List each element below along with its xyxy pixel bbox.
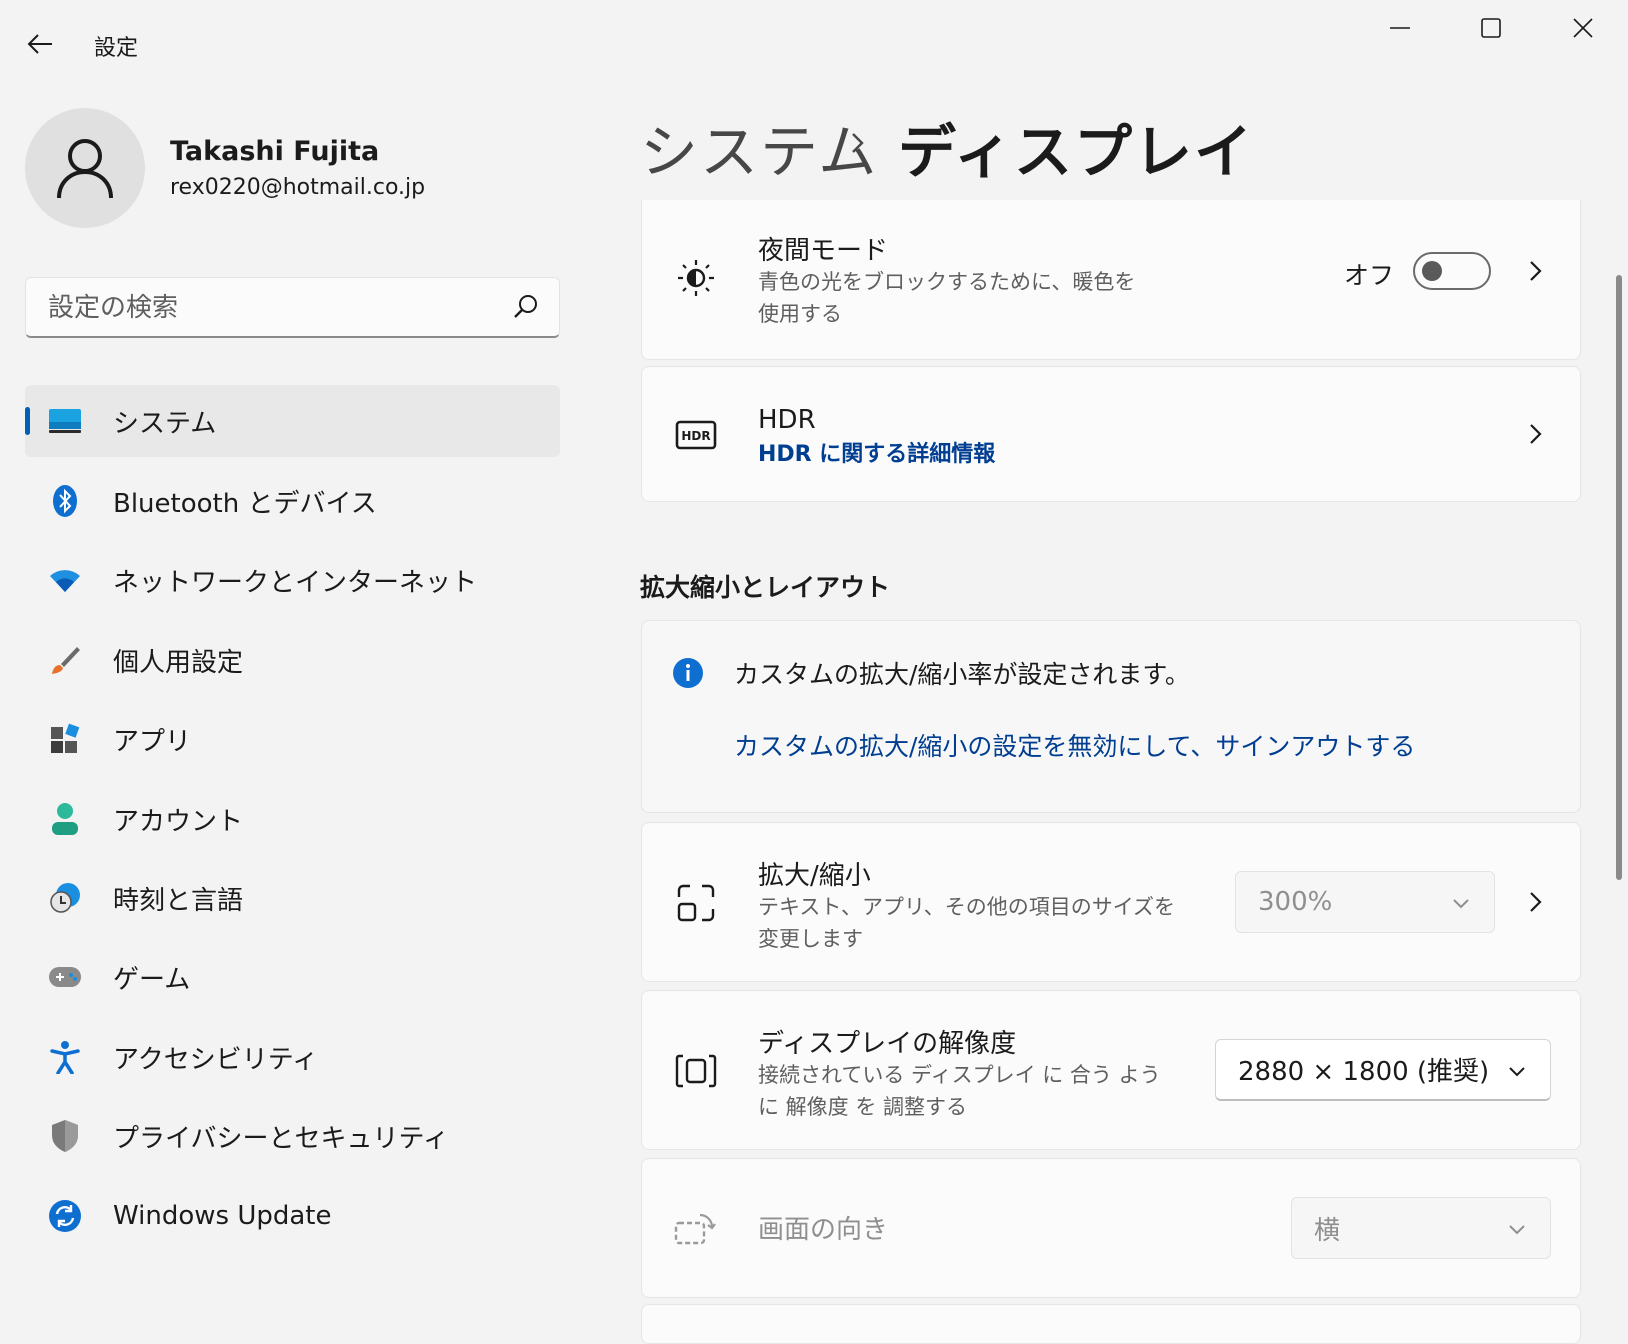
sidebar-item-label: システム	[113, 408, 217, 439]
resolution-title: ディスプレイの解像度	[758, 1029, 1017, 1059]
account-icon	[47, 801, 83, 837]
sidebar-item-network[interactable]: ネットワークとインターネット	[25, 544, 560, 616]
scale-card[interactable]: 拡大/縮小 テキスト、アプリ、その他の項目のサイズを変更します 300%	[641, 822, 1581, 982]
resolution-desc: 接続されている ディスプレイ に 合う ように 解像度 を 調整する	[758, 1063, 1161, 1119]
chevron-right-icon[interactable]	[1526, 887, 1546, 917]
search-input[interactable]	[26, 278, 510, 338]
resolution-dropdown[interactable]: 2880 × 1800 (推奨)	[1215, 1039, 1551, 1101]
hdr-info-link[interactable]: HDR に関する詳細情報	[758, 439, 1258, 471]
hdr-icon: HDR	[674, 413, 718, 457]
resolution-icon	[674, 1049, 718, 1093]
apps-icon	[47, 721, 83, 757]
sidebar-item-accessibility[interactable]: アクセシビリティ	[25, 1021, 560, 1093]
scale-value: 300%	[1258, 887, 1333, 917]
windows-update-icon	[47, 1198, 83, 1234]
sidebar-item-bluetooth[interactable]: Bluetooth とデバイス	[25, 465, 560, 537]
minimize-button[interactable]	[1372, 8, 1428, 48]
app-title: 設定	[94, 36, 139, 61]
back-button[interactable]	[22, 26, 58, 62]
breadcrumb-chevron-icon	[852, 133, 864, 153]
sidebar-item-label: アカウント	[113, 806, 244, 837]
minimize-icon	[1390, 27, 1410, 29]
page-title: ディスプレイ	[898, 118, 1254, 186]
orientation-card: 画面の向き 横	[641, 1158, 1581, 1298]
search-box	[25, 277, 560, 338]
night-light-icon	[674, 256, 718, 300]
sidebar-item-label: ゲーム	[113, 964, 191, 995]
rotate-screen-icon	[674, 1207, 718, 1251]
sidebar-item-time-language[interactable]: 時刻と言語	[25, 862, 560, 934]
sidebar-item-label: 個人用設定	[113, 647, 244, 678]
sidebar-item-privacy[interactable]: プライバシーとセキュリティ	[25, 1100, 560, 1172]
maximize-icon	[1481, 18, 1501, 38]
sidebar-item-apps[interactable]: アプリ	[25, 703, 560, 775]
orientation-value: 横	[1314, 1215, 1341, 1246]
scale-desc: テキスト、アプリ、その他の項目のサイズを変更します	[758, 895, 1176, 951]
chevron-down-icon	[1509, 1225, 1525, 1235]
night-mode-state: オフ	[1344, 261, 1395, 290]
accessibility-icon	[47, 1039, 83, 1075]
sidebar-item-gaming[interactable]: ゲーム	[25, 941, 560, 1013]
search-icon[interactable]	[511, 292, 541, 322]
sidebar-item-accounts[interactable]: アカウント	[25, 783, 560, 855]
sidebar-item-label: 時刻と言語	[113, 885, 244, 916]
back-arrow-icon	[27, 34, 52, 54]
chevron-down-icon	[1453, 899, 1469, 909]
info-card: カスタムの拡大/縮小率が設定されます。 カスタムの拡大/縮小の設定を無効にして、…	[641, 620, 1581, 813]
info-icon	[672, 657, 704, 689]
user-name: Takashi Fujita	[170, 136, 380, 167]
avatar[interactable]	[25, 108, 145, 228]
scale-title: 拡大/縮小	[758, 861, 871, 891]
sidebar-item-label: ネットワークとインターネット	[113, 567, 478, 598]
bluetooth-icon	[47, 483, 83, 519]
info-message: カスタムの拡大/縮小率が設定されます。	[734, 660, 1190, 689]
section-title: 拡大縮小とレイアウト	[640, 573, 891, 602]
sidebar-item-windows-update[interactable]: Windows Update	[25, 1180, 560, 1252]
orientation-dropdown[interactable]: 横	[1291, 1197, 1551, 1259]
close-button[interactable]	[1555, 8, 1611, 48]
wifi-icon	[47, 562, 83, 598]
sidebar-item-system[interactable]: システム	[25, 385, 560, 457]
close-icon	[1573, 18, 1593, 38]
sidebar-item-label: アプリ	[113, 726, 192, 757]
chevron-down-icon	[1509, 1067, 1525, 1077]
scale-icon	[674, 881, 718, 925]
hdr-title: HDR	[758, 405, 816, 435]
resolution-value: 2880 × 1800 (推奨)	[1238, 1057, 1490, 1087]
time-language-icon	[47, 880, 83, 916]
scrollbar[interactable]	[1616, 275, 1622, 880]
svg-text:HDR: HDR	[681, 429, 710, 443]
sidebar-item-label: プライバシーとセキュリティ	[113, 1123, 449, 1154]
brush-icon	[47, 642, 83, 678]
user-email: rex0220@hotmail.co.jp	[170, 175, 426, 200]
toggle-knob	[1422, 261, 1442, 281]
hdr-card[interactable]: HDR HDR HDR に関する詳細情報	[641, 366, 1581, 502]
sidebar-item-label: Windows Update	[113, 1201, 332, 1231]
night-mode-desc: 青色の光をブロックするために、暖色を使用する	[758, 270, 1136, 326]
orientation-title: 画面の向き	[758, 1215, 889, 1245]
sidebar-item-label: Bluetooth とデバイス	[113, 488, 377, 519]
next-card	[641, 1304, 1581, 1344]
night-mode-card[interactable]: 夜間モード 青色の光をブロックするために、暖色を使用する オフ	[641, 200, 1581, 360]
maximize-button[interactable]	[1463, 8, 1519, 48]
person-icon	[57, 139, 113, 199]
chevron-right-icon[interactable]	[1526, 256, 1546, 286]
system-icon	[47, 403, 83, 439]
night-mode-title: 夜間モード	[758, 236, 889, 266]
disable-custom-scaling-link[interactable]: カスタムの拡大/縮小の設定を無効にして、サインアウトする	[734, 727, 1415, 763]
shield-icon	[47, 1118, 83, 1154]
sidebar-item-personalization[interactable]: 個人用設定	[25, 624, 560, 696]
selection-indicator	[25, 407, 30, 435]
breadcrumb-parent[interactable]: システム	[640, 105, 878, 189]
resolution-card: ディスプレイの解像度 接続されている ディスプレイ に 合う ように 解像度 を…	[641, 990, 1581, 1150]
chevron-right-icon[interactable]	[1526, 419, 1546, 449]
scale-dropdown[interactable]: 300%	[1235, 871, 1495, 933]
night-mode-toggle[interactable]	[1413, 252, 1491, 290]
sidebar-item-label: アクセシビリティ	[113, 1044, 319, 1075]
gamepad-icon	[47, 959, 83, 995]
